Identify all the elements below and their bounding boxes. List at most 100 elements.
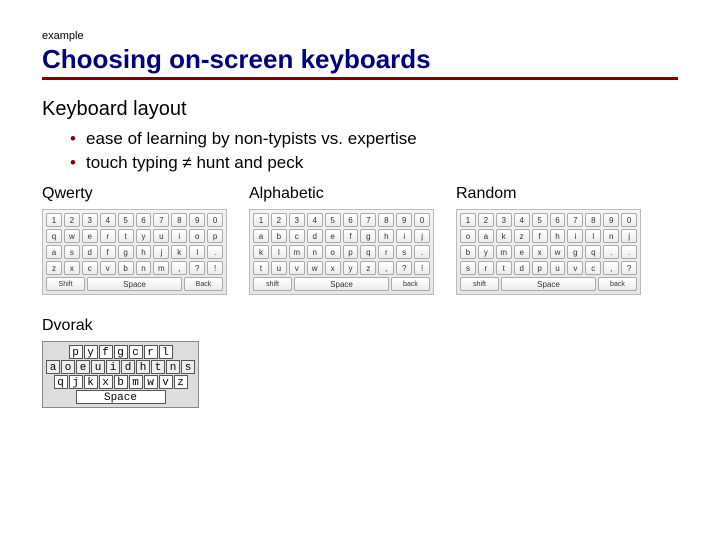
key[interactable]: k (253, 245, 269, 259)
key[interactable]: x (99, 375, 113, 389)
key[interactable]: f (343, 229, 359, 243)
key[interactable]: w (550, 245, 566, 259)
key[interactable]: , (171, 261, 187, 275)
key[interactable]: 6 (136, 213, 152, 227)
key[interactable]: 8 (585, 213, 601, 227)
key[interactable]: d (307, 229, 323, 243)
key[interactable]: ? (621, 261, 637, 275)
key[interactable]: 4 (307, 213, 323, 227)
key[interactable]: o (460, 229, 476, 243)
key[interactable]: h (378, 229, 394, 243)
key[interactable]: c (82, 261, 98, 275)
key[interactable]: p (207, 229, 223, 243)
key[interactable]: l (585, 229, 601, 243)
key[interactable]: c (289, 229, 305, 243)
key[interactable]: 3 (496, 213, 512, 227)
key[interactable]: l (159, 345, 173, 359)
key[interactable]: g (360, 229, 376, 243)
key[interactable]: v (567, 261, 583, 275)
key[interactable]: f (532, 229, 548, 243)
key[interactable]: e (325, 229, 341, 243)
key[interactable]: z (360, 261, 376, 275)
key[interactable]: q (54, 375, 68, 389)
key[interactable]: x (532, 245, 548, 259)
key[interactable]: u (550, 261, 566, 275)
key[interactable]: . (603, 245, 619, 259)
key[interactable]: 5 (118, 213, 134, 227)
key[interactable]: m (153, 261, 169, 275)
key[interactable]: b (114, 375, 128, 389)
key[interactable]: 2 (271, 213, 287, 227)
key[interactable]: u (153, 229, 169, 243)
key[interactable]: m (129, 375, 143, 389)
key[interactable]: 8 (378, 213, 394, 227)
key[interactable]: , (603, 261, 619, 275)
key[interactable]: 1 (253, 213, 269, 227)
key[interactable]: c (585, 261, 601, 275)
key[interactable]: p (69, 345, 83, 359)
key[interactable]: s (396, 245, 412, 259)
shift-key[interactable]: shift (460, 277, 499, 291)
key[interactable]: c (129, 345, 143, 359)
shift-key[interactable]: Shift (46, 277, 85, 291)
space-key[interactable]: Space (294, 277, 389, 291)
key[interactable]: e (514, 245, 530, 259)
key[interactable]: i (106, 360, 120, 374)
key[interactable]: x (325, 261, 341, 275)
space-key[interactable]: Space (76, 390, 166, 404)
key[interactable]: o (189, 229, 205, 243)
key[interactable]: p (343, 245, 359, 259)
key[interactable]: f (100, 245, 116, 259)
key[interactable]: x (64, 261, 80, 275)
key[interactable]: h (136, 245, 152, 259)
key[interactable]: i (396, 229, 412, 243)
key[interactable]: w (144, 375, 158, 389)
key[interactable]: g (567, 245, 583, 259)
back-key[interactable]: back (391, 277, 430, 291)
key[interactable]: j (414, 229, 430, 243)
key[interactable]: k (84, 375, 98, 389)
key[interactable]: 5 (325, 213, 341, 227)
key[interactable]: ! (207, 261, 223, 275)
key[interactable]: o (61, 360, 75, 374)
key[interactable]: e (82, 229, 98, 243)
key[interactable]: . (621, 245, 637, 259)
key[interactable]: e (76, 360, 90, 374)
key[interactable]: s (181, 360, 195, 374)
key[interactable]: ? (189, 261, 205, 275)
shift-key[interactable]: shift (253, 277, 292, 291)
key[interactable]: , (378, 261, 394, 275)
space-key[interactable]: Space (87, 277, 182, 291)
key[interactable]: s (460, 261, 476, 275)
key[interactable]: 3 (289, 213, 305, 227)
key[interactable]: t (253, 261, 269, 275)
key[interactable]: m (496, 245, 512, 259)
key[interactable]: d (121, 360, 135, 374)
key[interactable]: 1 (46, 213, 62, 227)
key[interactable]: r (100, 229, 116, 243)
key[interactable]: j (69, 375, 83, 389)
key[interactable]: . (207, 245, 223, 259)
key[interactable]: y (136, 229, 152, 243)
key[interactable]: 6 (343, 213, 359, 227)
key[interactable]: w (64, 229, 80, 243)
key[interactable]: s (64, 245, 80, 259)
key[interactable]: w (307, 261, 323, 275)
key[interactable]: j (153, 245, 169, 259)
key[interactable]: 9 (396, 213, 412, 227)
key[interactable]: a (253, 229, 269, 243)
key[interactable]: 2 (64, 213, 80, 227)
key[interactable]: v (289, 261, 305, 275)
key[interactable]: q (46, 229, 62, 243)
key[interactable]: . (414, 245, 430, 259)
key[interactable]: u (271, 261, 287, 275)
key[interactable]: 4 (100, 213, 116, 227)
space-key[interactable]: Space (501, 277, 596, 291)
key[interactable]: 7 (153, 213, 169, 227)
key[interactable]: h (136, 360, 150, 374)
key[interactable]: q (585, 245, 601, 259)
key[interactable]: i (171, 229, 187, 243)
key[interactable]: k (496, 229, 512, 243)
key[interactable]: 3 (82, 213, 98, 227)
key[interactable]: m (289, 245, 305, 259)
